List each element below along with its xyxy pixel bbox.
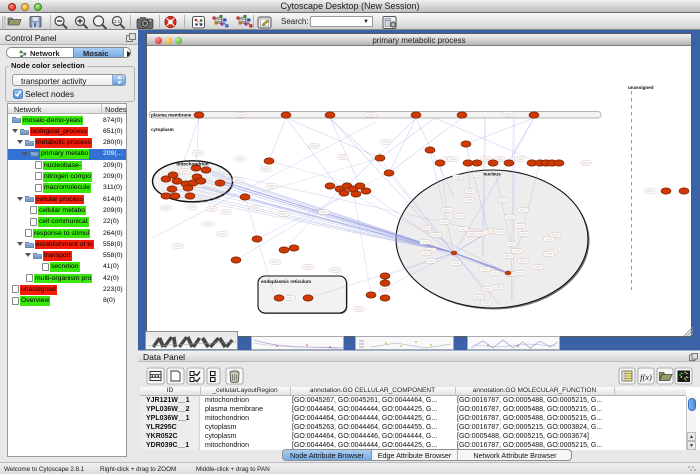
svg-text:plasma membrane: plasma membrane (151, 113, 192, 118)
svg-text:cytoplasm: cytoplasm (151, 127, 174, 132)
svg-text:endoplasmic reticulum: endoplasmic reticulum (261, 279, 311, 284)
svg-text:f(x): f(x) (640, 372, 652, 382)
svg-text:unassigned: unassigned (628, 85, 654, 90)
svg-text:nucleus: nucleus (483, 172, 501, 177)
svg-text:1:1: 1:1 (114, 19, 121, 24)
svg-text:mitochondrion: mitochondrion (176, 162, 208, 167)
